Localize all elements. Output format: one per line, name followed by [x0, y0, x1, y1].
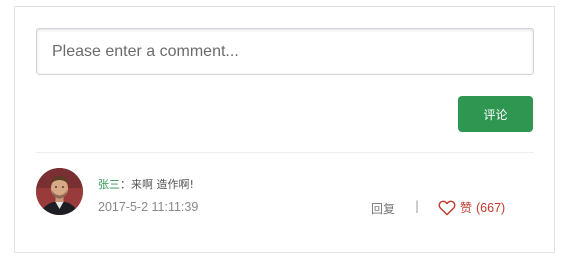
- heart-icon: [438, 200, 456, 215]
- like-count: (667): [476, 200, 506, 215]
- submit-comment-button[interactable]: 评论: [458, 96, 533, 132]
- like-button[interactable]: 赞 (667): [438, 199, 505, 216]
- comment-text: 来啊 造作啊!: [131, 178, 194, 191]
- comment-panel: 评论: [14, 6, 555, 253]
- reply-button[interactable]: 回复: [371, 200, 395, 217]
- divider: [36, 152, 534, 153]
- comment-timestamp: 2017-5-2 11:11:39: [98, 200, 199, 214]
- action-separator: |: [415, 199, 420, 213]
- author-name[interactable]: 张三: [98, 178, 120, 191]
- author-separator: ：: [120, 178, 131, 191]
- like-label: 赞: [460, 201, 473, 215]
- avatar[interactable]: [36, 168, 83, 215]
- user-avatar-icon: [36, 168, 83, 215]
- comment-input[interactable]: [36, 28, 534, 75]
- comment-header: 张三：来啊 造作啊!: [98, 176, 194, 192]
